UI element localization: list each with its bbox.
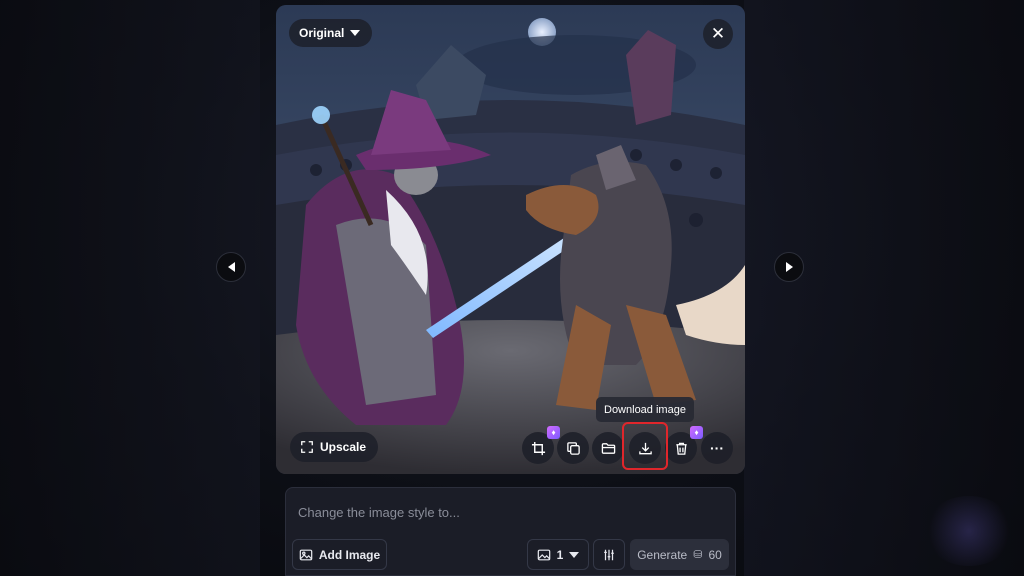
- close-icon: ✕: [710, 24, 726, 43]
- background-glow: [924, 496, 1014, 566]
- crop-button[interactable]: ♦: [522, 426, 560, 464]
- premium-badge: ♦: [690, 426, 703, 439]
- chevron-left-icon: [227, 262, 235, 272]
- style-prompt-input[interactable]: [298, 502, 718, 522]
- image-count-select[interactable]: 1: [527, 539, 589, 570]
- chevron-right-icon: [785, 262, 793, 272]
- delete-button[interactable]: ♦: [665, 426, 703, 464]
- delete-icon: [675, 442, 687, 455]
- caret-down-icon: [569, 551, 580, 558]
- upscale-label: Upscale: [320, 440, 367, 454]
- generate-button[interactable]: Generate ⛁ 60: [630, 539, 729, 570]
- image-icon: [299, 549, 313, 560]
- prompt-panel: Add Image 1 Generate ⛁ 60: [285, 487, 736, 576]
- crop-premium-icon: [531, 441, 545, 455]
- image-version-label: Original: [299, 26, 345, 40]
- premium-badge: ♦: [547, 426, 560, 439]
- image-count-value: 1: [556, 547, 564, 562]
- image-version-dropdown[interactable]: Original: [289, 19, 373, 47]
- image-icon: [537, 549, 550, 560]
- more-icon: ···: [710, 440, 724, 456]
- copy-icon: [566, 441, 580, 455]
- more-options-button[interactable]: ···: [701, 432, 733, 464]
- previous-image-button[interactable]: [216, 252, 246, 282]
- download-highlight: [622, 422, 668, 470]
- settings-button[interactable]: [593, 539, 625, 570]
- folder-icon: [601, 442, 615, 454]
- next-image-button[interactable]: [774, 252, 804, 282]
- copy-button[interactable]: [557, 432, 589, 464]
- caret-down-icon: [350, 30, 361, 36]
- download-tooltip: Download image: [596, 397, 694, 422]
- close-button[interactable]: ✕: [703, 19, 733, 49]
- add-image-button[interactable]: Add Image: [292, 539, 387, 570]
- token-icon: ⛁: [693, 549, 703, 561]
- background-left: [0, 0, 260, 576]
- image-viewer: Original ✕ Upscale ♦ ♦ ··· Download imag…: [276, 5, 745, 474]
- sliders-icon: [604, 549, 614, 560]
- credit-cost: 60: [708, 547, 722, 562]
- upscale-icon: [301, 441, 313, 453]
- background-right: [744, 0, 1024, 576]
- move-to-folder-button[interactable]: [592, 432, 624, 464]
- generate-label: Generate: [637, 547, 688, 562]
- add-image-label: Add Image: [318, 547, 381, 562]
- upscale-button[interactable]: Upscale: [290, 432, 379, 462]
